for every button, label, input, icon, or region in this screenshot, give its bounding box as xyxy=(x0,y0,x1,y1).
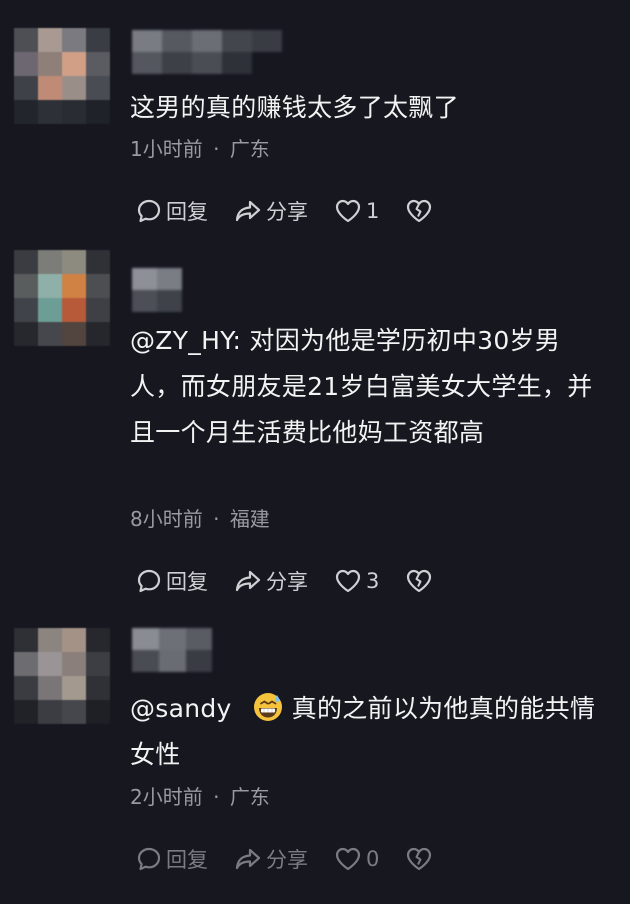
like-button[interactable]: 0 xyxy=(334,846,379,872)
like-count: 3 xyxy=(366,569,380,593)
comment-meta: 2小时前 · 广东 xyxy=(130,784,270,810)
like-button[interactable]: 1 xyxy=(334,198,379,224)
heart-icon xyxy=(335,199,361,223)
comment-location: 广东 xyxy=(229,785,270,809)
reply-label: 回复 xyxy=(166,570,208,594)
reply-button[interactable]: 回复 xyxy=(136,196,208,226)
grinning-sweat-emoji-icon xyxy=(253,693,282,721)
comment-actions: 回复 分享 1 xyxy=(136,196,459,226)
comment-body: 这男的真的赚钱太多了太飘了 xyxy=(130,93,459,122)
reply-bubble-icon xyxy=(137,847,161,871)
like-count: 0 xyxy=(366,847,380,871)
avatar[interactable] xyxy=(14,628,110,724)
dislike-button[interactable] xyxy=(405,846,433,872)
reply-label: 回复 xyxy=(166,200,208,224)
reply-button[interactable]: 回复 xyxy=(136,844,208,874)
comment-time: 1小时前 xyxy=(130,137,203,161)
like-count: 1 xyxy=(366,199,380,223)
username-blurred[interactable] xyxy=(132,30,282,74)
reply-bubble-icon xyxy=(137,199,161,223)
share-arrow-icon xyxy=(235,570,261,592)
share-button[interactable]: 分享 xyxy=(234,566,308,596)
avatar[interactable] xyxy=(14,28,110,124)
share-label: 分享 xyxy=(266,200,308,224)
reply-button[interactable]: 回复 xyxy=(136,566,208,596)
comment-text: @ZY_HY: 对因为他是学历初中30岁男人，而女朋友是21岁白富美女大学生，并… xyxy=(130,318,610,456)
comment-text: @sandy 真的之前以为他真的能共情女性 xyxy=(130,686,610,778)
share-label: 分享 xyxy=(266,848,308,872)
comment-actions: 回复 分享 0 xyxy=(136,844,459,874)
username-blurred[interactable] xyxy=(132,268,182,312)
meta-separator: · xyxy=(213,137,220,161)
comment-meta: 1小时前 · 广东 xyxy=(130,136,270,162)
meta-separator: · xyxy=(213,507,220,531)
comment-location: 广东 xyxy=(229,137,270,161)
broken-heart-icon xyxy=(407,199,432,223)
share-button[interactable]: 分享 xyxy=(234,844,308,874)
broken-heart-icon xyxy=(407,569,432,593)
avatar[interactable] xyxy=(14,250,110,346)
share-arrow-icon xyxy=(235,848,261,870)
comment-location: 福建 xyxy=(229,507,270,531)
comment-text: 这男的真的赚钱太多了太飘了 xyxy=(130,85,610,131)
comment-actions: 回复 分享 3 xyxy=(136,566,459,596)
heart-icon xyxy=(335,569,361,593)
comment-time: 8小时前 xyxy=(130,507,203,531)
reply-label: 回复 xyxy=(166,848,208,872)
broken-heart-icon xyxy=(407,847,432,871)
mention-link[interactable]: @ZY_HY: xyxy=(130,326,241,355)
reply-bubble-icon xyxy=(137,569,161,593)
mention-link[interactable]: @sandy xyxy=(130,694,232,723)
like-button[interactable]: 3 xyxy=(334,568,379,594)
comment-time: 2小时前 xyxy=(130,785,203,809)
comment-feed: 这男的真的赚钱太多了太飘了 1小时前 · 广东 回复 分享 1 @ZY_HY: … xyxy=(0,0,630,904)
dislike-button[interactable] xyxy=(405,198,433,224)
meta-separator: · xyxy=(213,785,220,809)
comment-meta: 8小时前 · 福建 xyxy=(130,506,270,532)
dislike-button[interactable] xyxy=(405,568,433,594)
share-button[interactable]: 分享 xyxy=(234,196,308,226)
username-blurred[interactable] xyxy=(132,628,212,672)
share-arrow-icon xyxy=(235,200,261,222)
heart-icon xyxy=(335,847,361,871)
share-label: 分享 xyxy=(266,570,308,594)
